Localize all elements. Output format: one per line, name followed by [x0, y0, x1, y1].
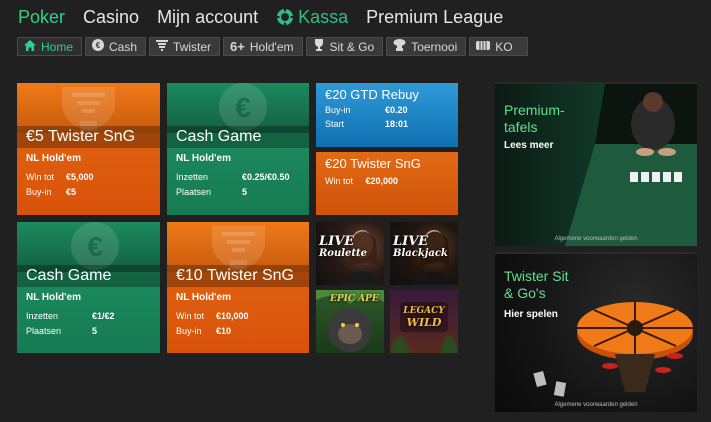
tab-cash-label: Cash — [109, 39, 138, 54]
row-value: 5 — [92, 326, 98, 336]
promo-title: €20 GTD Rebuy — [325, 87, 419, 102]
euro-icon: € — [92, 39, 105, 54]
row-value: €5 — [66, 187, 77, 197]
tile-subtitle: NL Hold'em — [176, 292, 231, 303]
game-live-roulette[interactable]: LIVE Roulette — [316, 222, 384, 285]
row-value: €10 — [216, 326, 232, 336]
tile-cash-game-1[interactable]: € Cash Game NL Hold'em Inzetten €0.25/€0… — [167, 83, 309, 215]
legal-note: Algemene voorwaarden gelden — [554, 402, 638, 408]
svg-text:€: € — [235, 92, 251, 123]
row-label: Plaatsen — [26, 326, 62, 336]
row-value: €0.20 — [385, 105, 408, 115]
tab-ko-label: KO — [495, 39, 513, 54]
svg-text:€: € — [87, 231, 103, 262]
nav-casino[interactable]: Casino — [83, 7, 139, 28]
banner-link[interactable]: Lees meer — [504, 140, 553, 151]
banner-heading-line2: & Go's — [504, 285, 546, 301]
tile-cash-game-2[interactable]: € Cash Game NL Hold'em Inzetten €1/€2 Pl… — [17, 222, 160, 353]
game-live-blackjack[interactable]: LIVE Blackjack — [390, 222, 458, 285]
tile-subtitle: NL Hold'em — [26, 292, 81, 303]
row-label: Win tot — [26, 172, 55, 182]
row-label: Plaatsen — [176, 187, 212, 197]
tile-title: €5 Twister SnG — [17, 126, 160, 148]
game-label-sub: WILD — [406, 316, 442, 329]
tab-twister[interactable]: Twister — [149, 37, 221, 56]
tab-toernooi-label: Toernooi — [411, 39, 458, 54]
tab-sit-go[interactable]: Sit & Go — [305, 37, 384, 56]
row-value: 5 — [242, 187, 248, 197]
tab-cash[interactable]: € Cash — [85, 37, 147, 56]
trophy-icon — [313, 39, 325, 54]
tab-toernooi[interactable]: Toernooi — [386, 37, 467, 56]
tab-sit-go-label: Sit & Go — [329, 39, 375, 54]
promo-twister-20[interactable]: €20 Twister SnG Win tot €20,000 — [316, 152, 458, 215]
nav-mijn-account[interactable]: Mijn account — [157, 7, 258, 28]
ko-icon — [476, 40, 491, 54]
banner-link[interactable]: Hier spelen — [504, 309, 558, 320]
legal-note: Algemene voorwaarden gelden — [554, 236, 638, 242]
row-label: Win tot — [176, 311, 205, 321]
promo-gtd-rebuy[interactable]: €20 GTD Rebuy Buy-in €0.20 Start 18:01 — [316, 83, 458, 147]
row-value: €1/€2 — [92, 311, 115, 321]
game-legacy-of-the-wild[interactable]: LEGACY WILD — [390, 290, 458, 353]
tile-twister-5[interactable]: €5 Twister SnG NL Hold'em Win tot €5,000… — [17, 83, 160, 215]
trophy-cup-icon — [393, 39, 406, 54]
game-label-live: LIVE — [319, 234, 355, 249]
game-label-title: Roulette — [319, 248, 368, 259]
tile-subtitle: NL Hold'em — [26, 153, 81, 164]
tab-ko[interactable]: KO — [469, 37, 528, 56]
chip-icon — [276, 8, 294, 26]
row-value: €0.25/€0.50 — [242, 172, 290, 182]
tab-holdem-label: Hold'em — [249, 39, 294, 54]
tile-title: Cash Game — [17, 265, 160, 287]
game-label-title: EPIC APE — [330, 294, 379, 304]
row-label: Buy-in — [325, 105, 351, 115]
twister-icon — [156, 39, 169, 54]
row-label: Buy-in — [26, 187, 52, 197]
banner-heading-line1: Premium- — [504, 102, 565, 118]
row-label: Buy-in — [176, 326, 202, 336]
row-label: Inzetten — [26, 311, 59, 321]
tile-title: €10 Twister SnG — [167, 265, 309, 287]
game-label-title: LEGACY — [403, 306, 445, 316]
tile-subtitle: NL Hold'em — [176, 153, 231, 164]
tab-home-label: Home — [41, 39, 74, 54]
banner-twister-sit-go[interactable]: Twister Sit & Go's Hier spelen Algemene … — [495, 252, 697, 412]
promo-title: €20 Twister SnG — [325, 156, 421, 171]
row-value: 18:01 — [385, 119, 409, 129]
row-label: Inzetten — [176, 172, 209, 182]
row-label: Win tot — [325, 176, 354, 186]
game-label-live: LIVE — [393, 234, 429, 249]
six-plus-icon: 6+ — [230, 39, 245, 54]
row-value: €10,000 — [216, 311, 249, 321]
nav-premium-league[interactable]: Premium League — [366, 7, 503, 28]
nav-poker[interactable]: Poker — [18, 7, 65, 28]
tab-holdem[interactable]: 6+ Hold'em — [223, 37, 303, 56]
nav-kassa-label: Kassa — [298, 6, 349, 27]
tab-home[interactable]: Home — [17, 37, 83, 56]
banner-heading-line1: Twister Sit — [504, 268, 569, 284]
nav-kassa[interactable]: Kassa — [276, 7, 348, 28]
tile-twister-10[interactable]: €10 Twister SnG NL Hold'em Win tot €10,0… — [167, 222, 309, 353]
row-value: €20,000 — [365, 176, 399, 186]
game-label-title: Blackjack — [393, 248, 448, 259]
banner-premium-tafels[interactable]: Premium- tafels Lees meer Algemene voorw… — [495, 82, 697, 246]
banner-heading-line2: tafels — [504, 119, 538, 135]
tab-twister-label: Twister — [173, 39, 212, 54]
tile-title: Cash Game — [167, 126, 309, 148]
sub-nav: Home € Cash Twister 6+ Hold'em Sit & Go … — [17, 37, 531, 57]
svg-text:€: € — [96, 41, 101, 50]
home-icon — [24, 39, 36, 54]
game-epic-ape[interactable]: EPIC APE — [316, 290, 384, 353]
row-value: €5,000 — [66, 172, 94, 182]
top-nav: Poker Casino Mijn account Kassa Premium … — [0, 0, 711, 34]
row-label: Start — [325, 119, 345, 129]
